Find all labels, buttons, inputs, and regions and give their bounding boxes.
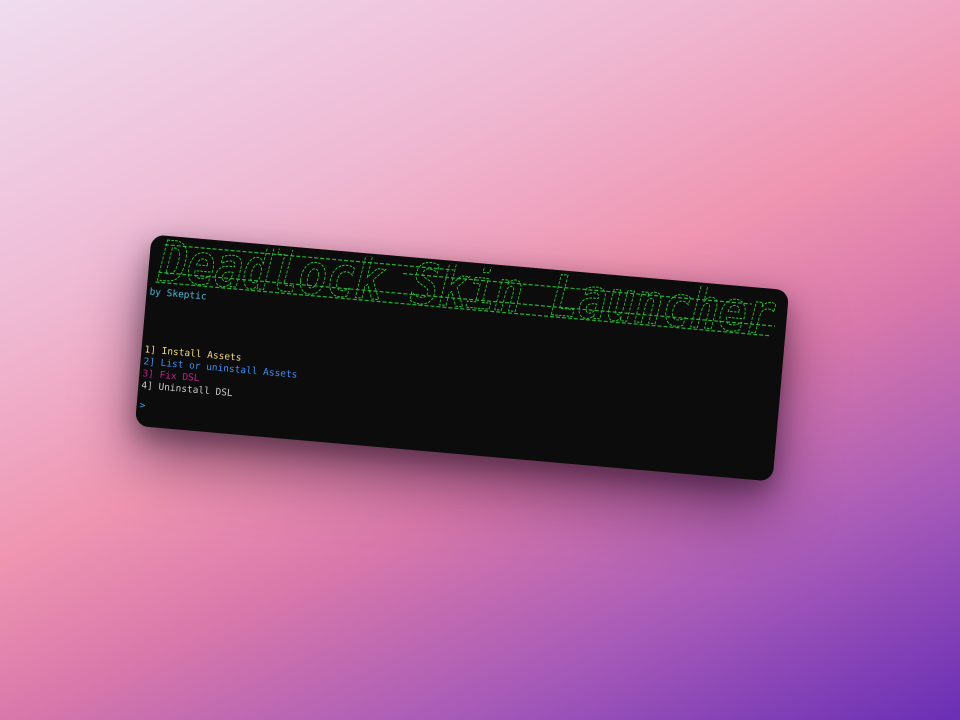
banner-text: Deadlock Skin Launcher — [156, 238, 778, 348]
menu-item-uninstall-dsl[interactable]: 4] Uninstall DSL — [141, 380, 233, 400]
ascii-banner: Deadlock Skin Launcher — [149, 238, 789, 367]
menu-number: 2] — [142, 356, 156, 369]
menu-number: 4] — [140, 380, 154, 393]
menu-number: 3] — [141, 368, 155, 381]
menu-number: 1] — [144, 344, 157, 357]
terminal-window[interactable]: Deadlock Skin Launcher by Skeptic 1] Ins… — [134, 234, 790, 482]
command-prompt[interactable]: > — [139, 400, 146, 412]
menu-label: Uninstall DSL — [158, 381, 234, 400]
